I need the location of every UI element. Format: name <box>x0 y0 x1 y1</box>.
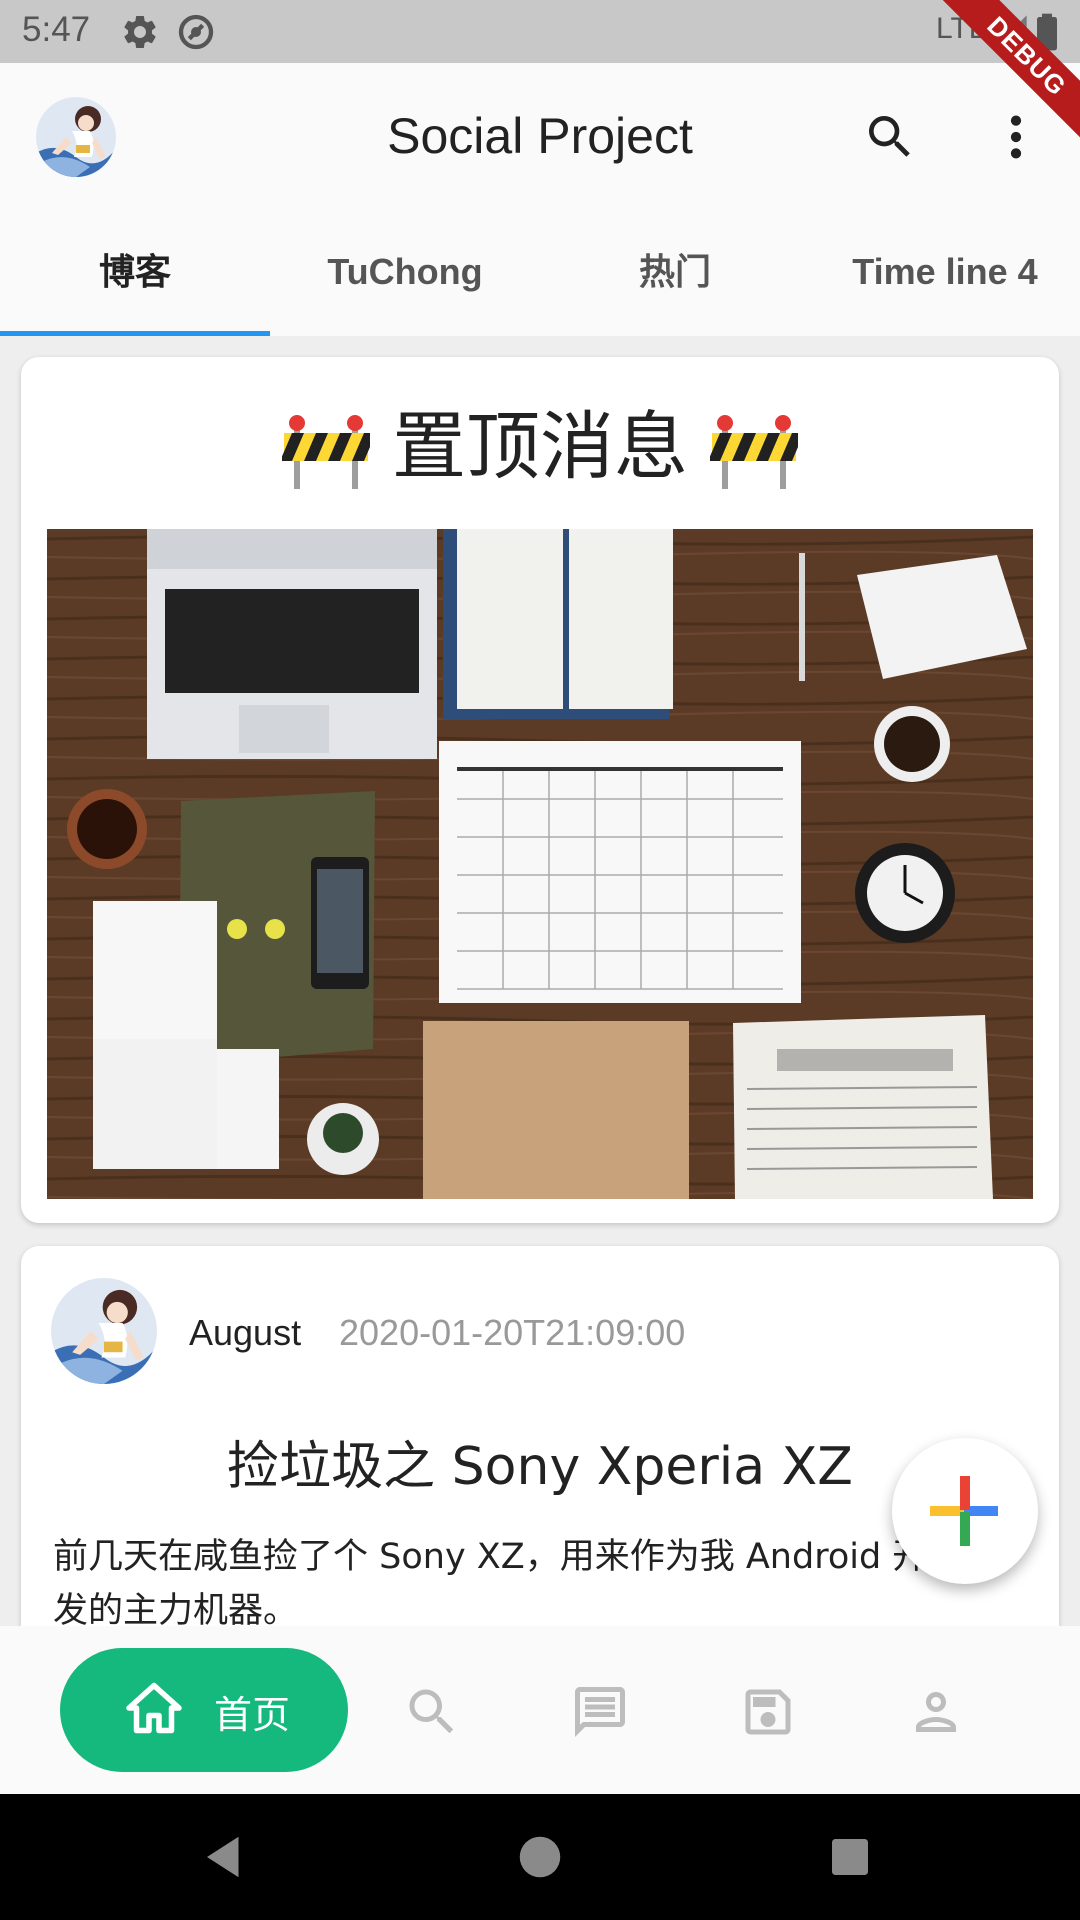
nav-home-button[interactable]: 首页 <box>60 1648 348 1772</box>
pinned-card[interactable]: 置顶消息 <box>21 357 1059 1223</box>
message-icon[interactable] <box>570 1682 630 1742</box>
status-bar: 5:47 LTE <box>0 0 1080 63</box>
app-title: Social Project <box>387 108 693 164</box>
avatar-image <box>51 1278 157 1384</box>
system-nav-bar <box>0 1794 1080 1920</box>
app-bar: Social Project <box>0 63 1080 208</box>
tab-indicator <box>0 331 270 336</box>
status-time: 5:47 <box>22 10 91 49</box>
author-avatar[interactable] <box>51 1278 157 1384</box>
tab-bar: 博客 TuChong 热门 Time line 4 <box>0 208 1080 336</box>
tab-blog[interactable]: 博客 <box>0 208 270 336</box>
post-time: 2020-01-20T21:09:00 <box>339 1312 686 1353</box>
tab-timeline-4[interactable]: Time line 4 <box>810 208 1080 336</box>
search-icon[interactable] <box>402 1682 462 1742</box>
recents-icon[interactable] <box>823 1830 877 1884</box>
search-icon[interactable] <box>862 109 918 165</box>
back-icon[interactable] <box>198 1830 252 1884</box>
settings-icon <box>124 15 156 48</box>
post-author[interactable]: August <box>189 1312 301 1354</box>
tab-hot[interactable]: 热门 <box>540 208 810 336</box>
save-icon[interactable] <box>738 1682 798 1742</box>
pinned-title-text: 置顶消息 <box>392 404 688 490</box>
desk-photo <box>47 529 1033 1199</box>
sync-icon <box>178 14 214 50</box>
more-vert-icon[interactable] <box>988 107 1044 167</box>
plus-icon <box>930 1476 998 1546</box>
tab-tuchong[interactable]: TuChong <box>270 208 540 336</box>
nav-home-label: 首页 <box>214 1693 291 1737</box>
home-circle-icon[interactable] <box>513 1830 567 1884</box>
construction-icon <box>282 415 370 490</box>
post-body: 前几天在咸鱼捡了个 Sony XZ，用来作为我 Android 开发的主力机器。 <box>53 1537 928 1631</box>
pinned-image[interactable] <box>47 529 1033 1199</box>
construction-icon <box>710 415 798 490</box>
pinned-heading: 置顶消息 <box>21 397 1059 497</box>
bottom-nav: 首页 <box>0 1626 1080 1794</box>
home-icon <box>126 1682 182 1734</box>
person-icon[interactable] <box>906 1682 966 1742</box>
add-post-button[interactable] <box>892 1438 1038 1584</box>
